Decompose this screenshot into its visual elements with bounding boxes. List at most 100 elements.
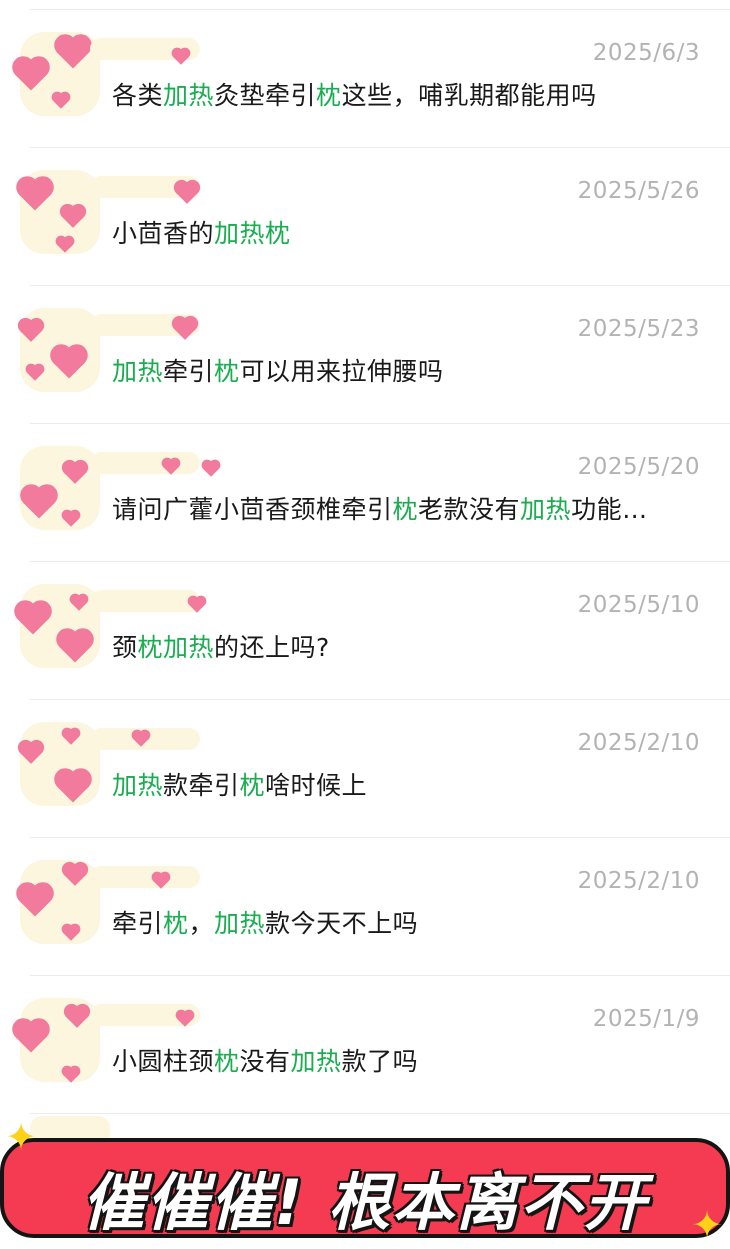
heart-icon (57, 37, 89, 69)
message-row[interactable]: 2025/5/26 小茴香的加热枕 (19, 148, 730, 286)
message-text: 加热款牵引枕啥时候上 (112, 766, 700, 802)
heart-icon (19, 885, 51, 917)
avatar[interactable] (20, 722, 100, 806)
username-obscured (90, 38, 200, 65)
keyword-highlight: 加热 (520, 495, 572, 524)
heart-icon (20, 742, 42, 764)
message-text: 各类加热灸垫牵引枕这些，哺乳期都能用吗 (112, 76, 700, 112)
message-row[interactable]: 2025/1/9 小圆柱颈枕没有加热款了吗 (15, 976, 730, 1114)
message-date: 2025/5/26 (577, 178, 700, 204)
username-obscured (90, 866, 200, 889)
heart-icon (63, 1067, 79, 1083)
keyword-highlight: 加热 (163, 81, 215, 110)
heart-icon (63, 511, 79, 527)
message-row[interactable]: 2025/5/23 加热牵引枕可以用来拉伸腰吗 (20, 286, 730, 424)
keyword-highlight: 枕 (214, 357, 240, 386)
heart-icon (133, 731, 149, 747)
heart-icon (53, 93, 69, 109)
heart-icon (189, 597, 205, 613)
message-row[interactable]: 2025/6/3 各类加热灸垫牵引枕这些，哺乳期都能用吗 (15, 10, 730, 148)
heart-icon (17, 603, 49, 635)
heart-icon (62, 206, 84, 228)
keyword-highlight: 枕 (239, 771, 266, 800)
message-date: 2025/1/9 (592, 1006, 700, 1032)
heart-icon (27, 365, 43, 381)
heart-icon (57, 237, 73, 253)
keyword-highlight: 枕 (392, 495, 419, 524)
heart-icon (19, 179, 51, 211)
heart-icon (57, 771, 89, 803)
message-fragment: 请问广藿小茴香颈椎牵引 (112, 495, 393, 524)
username-obscured (90, 728, 200, 750)
message-row[interactable]: 2025/2/10 牵引枕，加热款今天不上吗 (19, 838, 730, 976)
heart-icon (59, 631, 91, 663)
message-fragment: 各类 (112, 81, 164, 110)
message-fragment: 功能… (571, 495, 648, 524)
username-obscured (90, 452, 219, 477)
message-row[interactable]: 2025/5/10 颈枕加热的还上吗? (17, 562, 730, 700)
message-text: 加热牵引枕可以用来拉伸腰吗 (112, 352, 700, 388)
keyword-highlight: 加热枕 (214, 219, 291, 248)
message-text: 颈枕加热的还上吗? (112, 628, 700, 664)
message-text: 请问广藿小茴香颈椎牵引枕老款没有加热功能… (112, 490, 700, 526)
sparkle-icon: ✦ (5, 1115, 37, 1159)
heart-icon (15, 59, 47, 91)
heart-icon (71, 595, 87, 611)
sparkle-icon: ✦ (691, 1203, 723, 1247)
message-fragment: 可以用来拉伸腰吗 (239, 357, 444, 386)
promo-banner: 催催催! 根本离不开 (0, 1138, 730, 1239)
heart-icon (64, 462, 86, 484)
keyword-highlight: 加热 (112, 771, 164, 800)
message-date: 2025/5/20 (577, 454, 700, 480)
heart-icon (203, 461, 219, 477)
avatar[interactable] (20, 446, 100, 530)
keyword-highlight: 枕 (214, 1047, 240, 1076)
avatar[interactable] (15, 998, 100, 1083)
message-fragment: 颈 (112, 633, 138, 662)
message-date: 2025/5/10 (577, 592, 700, 618)
keyword-highlight: 加热 (290, 1047, 342, 1076)
message-fragment: 没有 (239, 1047, 291, 1076)
keyword-highlight: 加热 (214, 909, 266, 938)
message-fragment: 款牵引 (163, 771, 240, 800)
message-row[interactable]: 2025/5/20 请问广藿小茴香颈椎牵引枕老款没有加热功能… (20, 424, 730, 562)
message-fragment: 款了吗 (341, 1047, 419, 1076)
heart-icon (23, 487, 55, 519)
heart-icon (64, 864, 86, 886)
heart-icon (153, 873, 169, 889)
message-text: 小圆柱颈枕没有加热款了吗 (112, 1042, 700, 1078)
avatar[interactable] (20, 308, 100, 392)
message-fragment: 款今天不上吗 (265, 909, 419, 938)
username-obscured (90, 1004, 200, 1027)
heart-icon (15, 1021, 47, 1053)
username-obscured (90, 176, 200, 204)
keyword-highlight: 枕 (163, 909, 189, 938)
message-fragment: 老款没有 (418, 495, 521, 524)
avatar[interactable] (19, 170, 100, 254)
message-text: 牵引枕，加热款今天不上吗 (112, 904, 700, 940)
message-fragment: 牵引 (163, 357, 215, 386)
heart-icon (66, 1006, 88, 1028)
heart-icon (163, 459, 179, 475)
message-row[interactable]: 2025/2/10 加热款牵引枕啥时候上 (20, 700, 730, 838)
avatar[interactable] (19, 860, 100, 944)
heart-icon (63, 925, 79, 941)
heart-icon (177, 1011, 193, 1027)
avatar[interactable] (17, 584, 100, 668)
message-fragment: 的还上吗? (214, 633, 330, 662)
keyword-highlight: 枕加热 (137, 633, 215, 662)
message-fragment: 小茴香的 (112, 219, 215, 248)
message-fragment: 这些，哺乳期都能用吗 (341, 81, 597, 110)
message-fragment: 牵引 (112, 909, 164, 938)
message-date: 2025/2/10 (577, 868, 700, 894)
heart-icon (63, 729, 79, 745)
message-date: 2025/2/10 (577, 730, 700, 756)
keyword-highlight: 加热 (112, 357, 164, 386)
username-obscured (90, 590, 205, 613)
heart-icon (20, 320, 42, 342)
heart-icon (174, 318, 196, 340)
message-list: 2025/6/3 各类加热灸垫牵引枕这些，哺乳期都能用吗 2025/5/26 小茴香的… (0, 10, 730, 1114)
heart-icon (176, 182, 198, 204)
avatar[interactable] (15, 32, 100, 116)
heart-icon (173, 49, 189, 65)
